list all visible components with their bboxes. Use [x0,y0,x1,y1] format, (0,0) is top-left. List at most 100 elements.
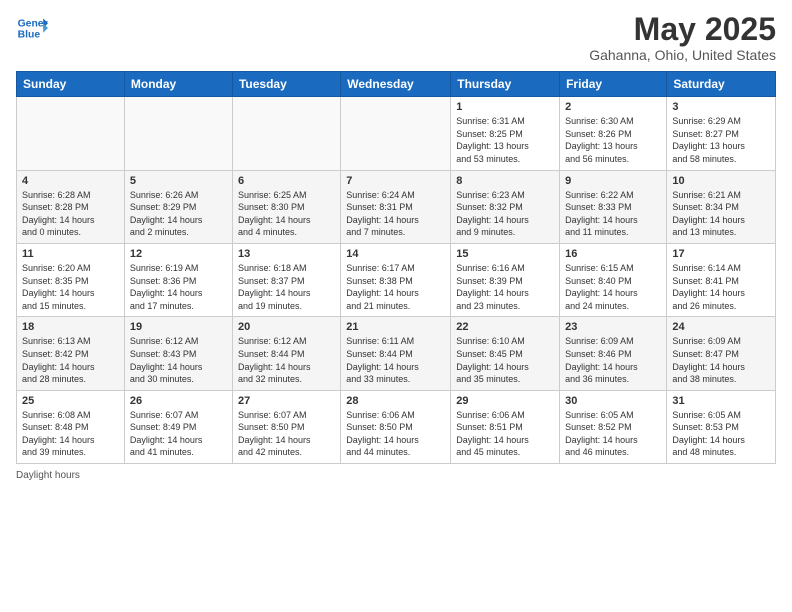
day-number: 24 [672,321,770,333]
day-info: Sunrise: 6:28 AM Sunset: 8:28 PM Dayligh… [22,189,119,239]
calendar-cell [17,97,125,170]
day-info: Sunrise: 6:07 AM Sunset: 8:49 PM Dayligh… [130,409,227,459]
day-number: 20 [238,321,335,333]
day-number: 26 [130,395,227,407]
day-number: 17 [672,248,770,260]
day-info: Sunrise: 6:05 AM Sunset: 8:52 PM Dayligh… [565,409,661,459]
day-number: 4 [22,175,119,187]
day-number: 2 [565,101,661,113]
day-info: Sunrise: 6:14 AM Sunset: 8:41 PM Dayligh… [672,262,770,312]
calendar-cell: 25Sunrise: 6:08 AM Sunset: 8:48 PM Dayli… [17,390,125,463]
day-number: 25 [22,395,119,407]
calendar-cell: 20 Sunrise: 6:12 AM Sunset: 8:44 PM Dayli… [232,317,340,390]
day-number: 7 [346,175,445,187]
title-block: May 2025 Gahanna, Ohio, United States [589,12,776,63]
day-number: 6 [238,175,335,187]
day-number: 29 [456,395,554,407]
day-number: 19 [130,321,227,333]
calendar-cell: 22 Sunrise: 6:10 AM Sunset: 8:45 PM Dayli… [451,317,560,390]
day-number: 15 [456,248,554,260]
day-info: Sunrise: 6:05 AM Sunset: 8:53 PM Dayligh… [672,409,770,459]
day-info: Sunrise: 6:19 AM Sunset: 8:36 PM Dayligh… [130,262,227,312]
day-info: Sunrise: 6:25 AM Sunset: 8:30 PM Dayligh… [238,189,335,239]
day-info: Sunrise: 6:17 AM Sunset: 8:38 PM Dayligh… [346,262,445,312]
calendar-cell [124,97,232,170]
header: General Blue May 2025 Gahanna, Ohio, Uni… [16,12,776,63]
calendar-cell: 28 Sunrise: 6:06 AM Sunset: 8:50 PM Dayli… [341,390,451,463]
calendar-day-header: Tuesday [232,72,340,97]
day-info: Sunrise: 6:21 AM Sunset: 8:34 PM Dayligh… [672,189,770,239]
footer: Daylight hours [16,470,776,481]
calendar-cell: 17 Sunrise: 6:14 AM Sunset: 8:41 PM Dayli… [667,243,776,316]
day-number: 27 [238,395,335,407]
calendar-cell: 12Sunrise: 6:19 AM Sunset: 8:36 PM Dayli… [124,243,232,316]
day-info: Sunrise: 6:06 AM Sunset: 8:51 PM Dayligh… [456,409,554,459]
calendar-cell: 7 Sunrise: 6:24 AM Sunset: 8:31 PM Daylig… [341,170,451,243]
day-number: 31 [672,395,770,407]
svg-text:Blue: Blue [18,30,41,41]
calendar-cell: 2 Sunrise: 6:30 AM Sunset: 8:26 PM Daylig… [560,97,667,170]
calendar-day-header: Thursday [451,72,560,97]
day-info: Sunrise: 6:10 AM Sunset: 8:45 PM Dayligh… [456,335,554,385]
calendar-cell [232,97,340,170]
day-info: Sunrise: 6:29 AM Sunset: 8:27 PM Dayligh… [672,115,770,165]
page: General Blue May 2025 Gahanna, Ohio, Uni… [0,0,792,489]
calendar-week-row: 1Sunrise: 6:31 AM Sunset: 8:25 PM Daylig… [17,97,776,170]
day-number: 18 [22,321,119,333]
calendar-day-header: Saturday [667,72,776,97]
logo: General Blue [16,12,48,44]
day-number: 28 [346,395,445,407]
calendar-cell: 24 Sunrise: 6:09 AM Sunset: 8:47 PM Dayli… [667,317,776,390]
calendar-cell: 21Sunrise: 6:11 AM Sunset: 8:44 PM Dayli… [341,317,451,390]
day-number: 3 [672,101,770,113]
day-number: 30 [565,395,661,407]
day-info: Sunrise: 6:20 AM Sunset: 8:35 PM Dayligh… [22,262,119,312]
day-info: Sunrise: 6:22 AM Sunset: 8:33 PM Dayligh… [565,189,661,239]
day-info: Sunrise: 6:24 AM Sunset: 8:31 PM Dayligh… [346,189,445,239]
footer-text: Daylight hours [16,470,80,481]
calendar-week-row: 11 Sunrise: 6:20 AM Sunset: 8:35 PM Dayli… [17,243,776,316]
calendar-week-row: 25Sunrise: 6:08 AM Sunset: 8:48 PM Dayli… [17,390,776,463]
calendar-week-row: 18 Sunrise: 6:13 AM Sunset: 8:42 PM Dayli… [17,317,776,390]
day-info: Sunrise: 6:13 AM Sunset: 8:42 PM Dayligh… [22,335,119,385]
day-number: 14 [346,248,445,260]
calendar-cell: 29 Sunrise: 6:06 AM Sunset: 8:51 PM Dayli… [451,390,560,463]
day-info: Sunrise: 6:06 AM Sunset: 8:50 PM Dayligh… [346,409,445,459]
day-info: Sunrise: 6:07 AM Sunset: 8:50 PM Dayligh… [238,409,335,459]
day-number: 10 [672,175,770,187]
calendar-day-header: Sunday [17,72,125,97]
calendar-day-header: Friday [560,72,667,97]
day-info: Sunrise: 6:09 AM Sunset: 8:47 PM Dayligh… [672,335,770,385]
day-number: 8 [456,175,554,187]
calendar-week-row: 4 Sunrise: 6:28 AM Sunset: 8:28 PM Daylig… [17,170,776,243]
day-info: Sunrise: 6:31 AM Sunset: 8:25 PM Dayligh… [456,115,554,165]
calendar-cell: 26 Sunrise: 6:07 AM Sunset: 8:49 PM Dayli… [124,390,232,463]
calendar-header-row: SundayMondayTuesdayWednesdayThursdayFrid… [17,72,776,97]
month-title: May 2025 [589,12,776,47]
calendar-cell: 18 Sunrise: 6:13 AM Sunset: 8:42 PM Dayli… [17,317,125,390]
calendar-cell: 5Sunrise: 6:26 AM Sunset: 8:29 PM Daylig… [124,170,232,243]
day-info: Sunrise: 6:23 AM Sunset: 8:32 PM Dayligh… [456,189,554,239]
day-number: 23 [565,321,661,333]
calendar-cell: 11 Sunrise: 6:20 AM Sunset: 8:35 PM Dayli… [17,243,125,316]
day-number: 5 [130,175,227,187]
calendar-day-header: Monday [124,72,232,97]
day-info: Sunrise: 6:11 AM Sunset: 8:44 PM Dayligh… [346,335,445,385]
calendar-cell: 1Sunrise: 6:31 AM Sunset: 8:25 PM Daylig… [451,97,560,170]
day-info: Sunrise: 6:18 AM Sunset: 8:37 PM Dayligh… [238,262,335,312]
day-number: 22 [456,321,554,333]
day-number: 11 [22,248,119,260]
calendar-cell: 9 Sunrise: 6:22 AM Sunset: 8:33 PM Daylig… [560,170,667,243]
day-info: Sunrise: 6:30 AM Sunset: 8:26 PM Dayligh… [565,115,661,165]
calendar-cell [341,97,451,170]
calendar-cell: 27 Sunrise: 6:07 AM Sunset: 8:50 PM Dayli… [232,390,340,463]
calendar-cell: 6 Sunrise: 6:25 AM Sunset: 8:30 PM Daylig… [232,170,340,243]
calendar-cell: 30 Sunrise: 6:05 AM Sunset: 8:52 PM Dayli… [560,390,667,463]
day-info: Sunrise: 6:12 AM Sunset: 8:44 PM Dayligh… [238,335,335,385]
calendar-cell: 10 Sunrise: 6:21 AM Sunset: 8:34 PM Dayli… [667,170,776,243]
day-info: Sunrise: 6:09 AM Sunset: 8:46 PM Dayligh… [565,335,661,385]
day-number: 9 [565,175,661,187]
calendar-cell: 23 Sunrise: 6:09 AM Sunset: 8:46 PM Dayli… [560,317,667,390]
day-number: 13 [238,248,335,260]
calendar-cell: 8 Sunrise: 6:23 AM Sunset: 8:32 PM Daylig… [451,170,560,243]
